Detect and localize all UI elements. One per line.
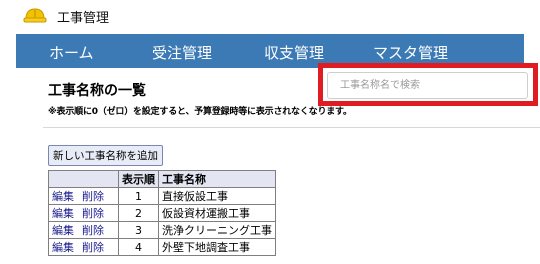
edit-link[interactable]: 編集 bbox=[52, 207, 74, 220]
row-name: 仮設資材運搬工事 bbox=[158, 204, 276, 222]
table-row: 編集 削除 2 仮設資材運搬工事 bbox=[48, 204, 276, 222]
row-order: 1 bbox=[118, 187, 159, 205]
row-order: 2 bbox=[118, 204, 159, 222]
search-input[interactable] bbox=[327, 72, 528, 99]
row-actions: 編集 削除 bbox=[48, 221, 119, 239]
delete-link[interactable]: 削除 bbox=[82, 241, 104, 254]
delete-link[interactable]: 削除 bbox=[82, 224, 104, 237]
row-order: 4 bbox=[118, 238, 159, 256]
row-actions: 編集 削除 bbox=[48, 204, 119, 222]
delete-link[interactable]: 削除 bbox=[82, 207, 104, 220]
construction-name-table: 表示順 工事名称 編集 削除 1 直接仮設工事 編集 削除 2 仮設資材運搬工事 編… bbox=[48, 170, 276, 256]
page-title: 工事名称の一覧 bbox=[48, 83, 146, 99]
table-row: 編集 削除 4 外壁下地調査工事 bbox=[48, 238, 276, 256]
app-title: 工事管理 bbox=[57, 11, 110, 26]
nav-item-master[interactable]: マスタ管理 bbox=[373, 42, 448, 63]
notice-text: ※表示順に0（ゼロ）を設定すると、予算登録時等に表示されなくなります。 bbox=[48, 107, 352, 117]
divider bbox=[43, 127, 540, 128]
row-actions: 編集 削除 bbox=[48, 238, 119, 256]
column-header-order: 表示順 bbox=[118, 170, 159, 188]
column-header-actions bbox=[48, 170, 119, 188]
table-row: 編集 削除 1 直接仮設工事 bbox=[48, 187, 276, 205]
row-name: 外壁下地調査工事 bbox=[158, 238, 276, 256]
delete-link[interactable]: 削除 bbox=[82, 190, 104, 203]
table-row: 編集 削除 3 洗浄クリーニング工事 bbox=[48, 221, 276, 239]
row-actions: 編集 削除 bbox=[48, 187, 119, 205]
nav-item-budget[interactable]: 収支管理 bbox=[264, 42, 324, 63]
nav-item-orders[interactable]: 受注管理 bbox=[152, 42, 212, 63]
top-bar: 工事管理 bbox=[0, 0, 540, 34]
row-order: 3 bbox=[118, 221, 159, 239]
edit-link[interactable]: 編集 bbox=[52, 224, 74, 237]
edit-link[interactable]: 編集 bbox=[52, 190, 74, 203]
row-name: 洗浄クリーニング工事 bbox=[158, 221, 276, 239]
hard-hat-icon bbox=[23, 5, 47, 25]
column-header-name: 工事名称 bbox=[158, 170, 276, 188]
add-construction-name-button[interactable]: 新しい工事名称を追加 bbox=[48, 145, 163, 166]
table-header-row: 表示順 工事名称 bbox=[48, 170, 276, 188]
nav-item-home[interactable]: ホーム bbox=[49, 42, 94, 63]
edit-link[interactable]: 編集 bbox=[52, 241, 74, 254]
row-name: 直接仮設工事 bbox=[158, 187, 276, 205]
